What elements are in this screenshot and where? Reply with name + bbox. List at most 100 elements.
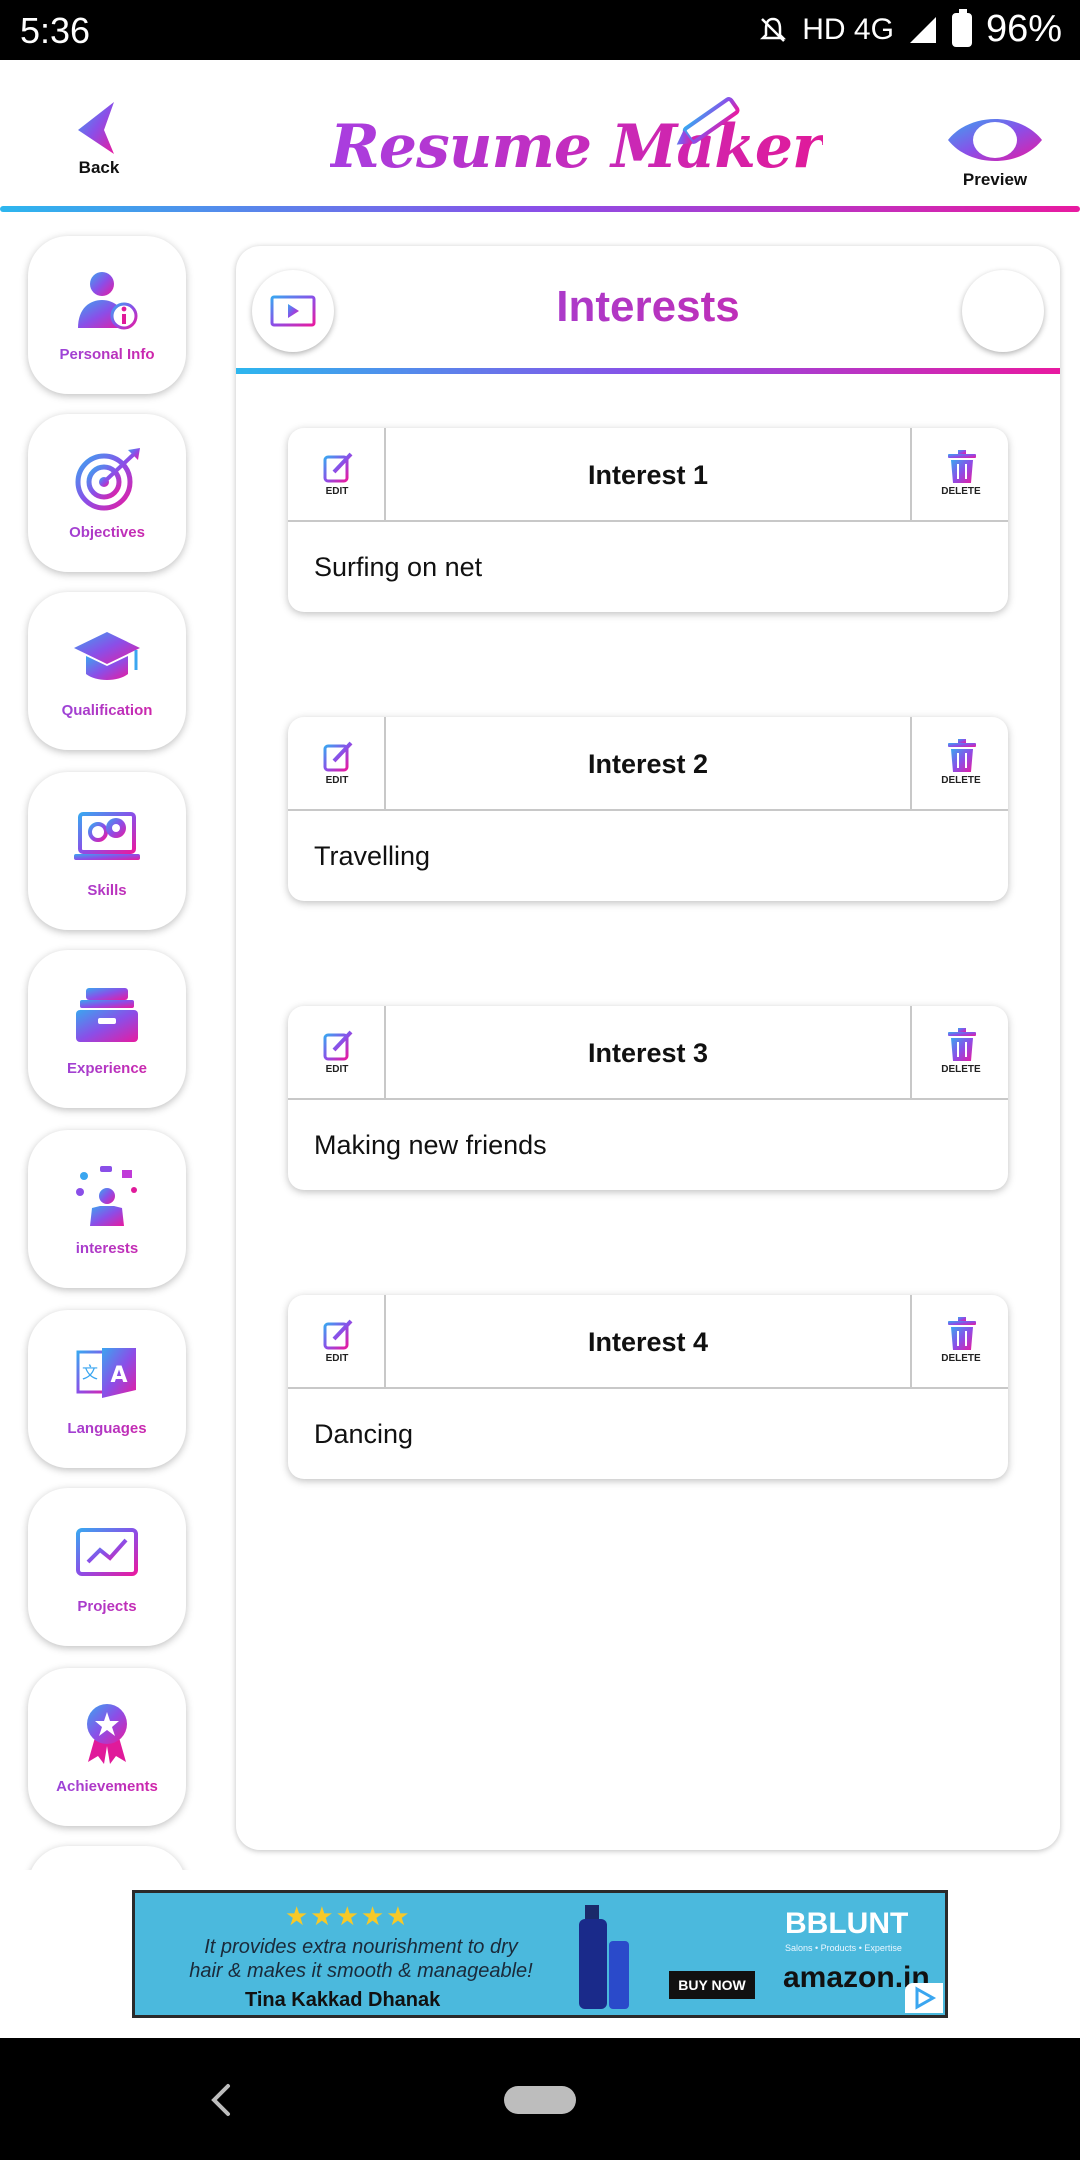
delete-button[interactable]: DELETE [910,428,1008,522]
sidebar-item-projects[interactable]: Projects [28,1488,186,1646]
delete-button[interactable]: DELETE [910,717,1008,811]
signal-icon [909,16,936,43]
sidebar-item-label: Achievements [28,1778,186,1795]
edit-button[interactable]: EDIT [288,1006,386,1100]
edit-label: EDIT [325,486,349,497]
delete-label: DELETE [941,1353,981,1364]
edit-button[interactable]: EDIT [288,717,386,811]
edit-label: EDIT [325,1064,349,1075]
preview-label: Preview [962,170,1028,189]
sidebar-item-label: interests [28,1240,186,1257]
ad-line-1: It provides extra nourishment to dry [204,1936,518,1958]
svg-text:文: 文 [82,1363,98,1382]
edit-label: EDIT [325,1353,349,1364]
interest-value: Making new friends [314,1130,547,1160]
rating-stars: ★★★★★ [285,1901,412,1931]
edit-icon [323,452,353,483]
sidebar-item-achievements[interactable]: Achievements [28,1668,186,1826]
pencil-icon [676,97,740,145]
interest-card: EDIT Interest 2 DELETE Travelling [288,717,1008,901]
delete-label: DELETE [941,1064,981,1075]
ad-banner[interactable]: ★★★★★ It provides extra nourishment to d… [132,1890,948,2018]
ad-brand-sub: Salons • Products • Expertise [785,1943,902,1953]
graduation-cap-icon [74,632,140,680]
trash-icon [948,1028,976,1061]
interest-value: Surfing on net [314,552,483,582]
nav-home-pill[interactable] [504,2086,576,2114]
sidebar-item-label: Languages [28,1420,186,1437]
panel-header: Interests [236,246,1060,374]
edit-icon [323,1319,353,1350]
target-icon [75,448,140,511]
interest-card-header: EDIT Interest 4 DELETE [288,1295,1008,1389]
preview-button[interactable]: Preview [940,110,1050,210]
adchoices-button[interactable] [905,1983,943,2013]
product-bottle-icon [579,1905,629,2009]
sidebar-item-languages[interactable]: A 文 Languages [28,1310,186,1468]
status-icons: HD 4G 96% [758,8,1062,51]
sidebar-item-label: Experience [28,1060,186,1077]
interest-title: Interest 3 [587,1038,709,1068]
sidebar-item-label: Objectives [28,524,186,541]
sidebar-item-personal-info[interactable]: Personal Info [28,236,186,394]
delete-label: DELETE [941,486,981,497]
status-bar: 5:36 HD 4G 96% [0,0,1080,60]
ad-copy: It provides extra nourishment to dry hai… [161,1935,561,1983]
edit-button[interactable]: EDIT [288,428,386,522]
briefcase-box-icon [76,988,138,1042]
ad-line-2: hair & makes it smooth & manageable! [189,1960,533,1982]
svg-text:A: A [110,1363,127,1388]
sidebar-item-qualification[interactable]: Qualification [28,592,186,750]
ad-brand: BBLUNT [785,1907,909,1940]
interest-card-header: EDIT Interest 2 DELETE [288,717,1008,811]
interest-card-header: EDIT Interest 3 DELETE [288,1006,1008,1100]
sidebar-item-objectives[interactable]: Objectives [28,414,186,572]
adchoices-icon [915,1986,937,2010]
interest-card: EDIT Interest 4 DELETE Dancing [288,1295,1008,1479]
buy-now-button[interactable]: BUY NOW [669,1971,755,1999]
battery-icon [951,8,972,47]
sidebar-item-interests[interactable]: interests [28,1130,186,1288]
sidebar-item-label: Skills [28,882,186,899]
add-interest-button[interactable] [962,270,1044,352]
sidebar-item-more[interactable] [28,1846,186,1870]
back-button[interactable]: Back [64,98,134,198]
nav-back-icon[interactable] [206,2080,236,2120]
header-divider [0,206,1080,212]
trash-icon [948,739,976,772]
translate-icon: A 文 [76,1348,136,1398]
interest-card-header: EDIT Interest 1 DELETE [288,428,1008,522]
network-label: HD 4G [802,12,894,46]
mute-notification-icon [760,17,787,42]
app-header: Back Resume Maker Preview [0,60,1080,212]
system-nav-bar [0,2038,1080,2160]
gears-laptop-icon [74,812,140,860]
sidebar-item-label: Qualification [28,702,186,719]
interest-title: Interest 2 [587,749,709,779]
edit-icon [323,741,353,772]
sidebar: Personal Info Objectives Qualification S… [0,226,222,1870]
ad-author: Tina Kakkad Dhanak [245,1989,441,2011]
status-time: 5:36 [20,10,91,51]
edit-button[interactable]: EDIT [288,1295,386,1389]
delete-button[interactable]: DELETE [910,1006,1008,1100]
chart-board-icon [76,1528,138,1580]
delete-button[interactable]: DELETE [910,1295,1008,1389]
app-logo: Resume Maker [330,82,824,192]
panel-header-divider [236,368,1060,374]
sidebar-item-label: Personal Info [28,346,186,363]
interest-value: Dancing [314,1419,414,1449]
award-ribbon-icon [87,1704,127,1764]
sidebar-item-experience[interactable]: Experience [28,950,186,1108]
interest-value: Travelling [314,841,431,871]
trash-icon [948,1317,976,1350]
person-info-icon [78,272,138,330]
eye-icon [948,119,1042,161]
back-label: Back [78,158,120,177]
sidebar-item-skills[interactable]: Skills [28,772,186,930]
edit-label: EDIT [325,775,349,786]
edit-icon [323,1030,353,1061]
battery-percent: 96% [985,8,1062,50]
trash-icon [948,450,976,483]
interest-title: Interest 1 [587,460,709,490]
